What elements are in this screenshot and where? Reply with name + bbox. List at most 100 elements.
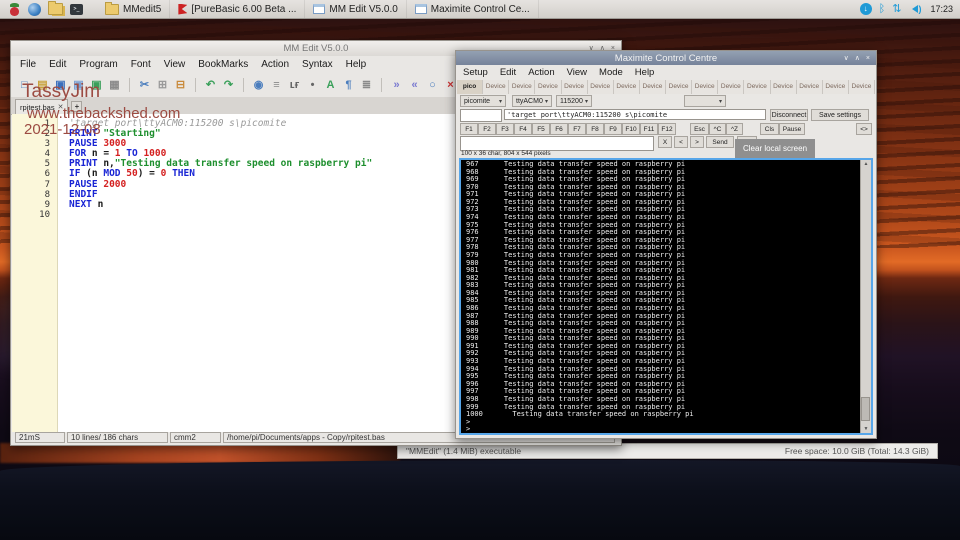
browser-icon[interactable]	[28, 3, 41, 16]
key-f1[interactable]: F1	[460, 123, 478, 135]
key-f6[interactable]: F6	[550, 123, 568, 135]
copy-icon[interactable]: ⊞	[156, 78, 169, 93]
device-tab-15[interactable]: Device	[849, 80, 875, 94]
menu-edit[interactable]: Edit	[500, 67, 516, 78]
file-manager-icon[interactable]	[48, 3, 63, 15]
send-button[interactable]: Send	[706, 136, 734, 148]
scroll-thumb[interactable]	[861, 397, 870, 421]
serial-port-select[interactable]: ttyACM0▾	[512, 95, 552, 107]
key-pair[interactable]: <>	[856, 123, 872, 135]
menu-file[interactable]: File	[20, 59, 36, 70]
terminal[interactable]: 967 Testing data transfer speed on raspb…	[459, 158, 873, 435]
scroll-up-icon[interactable]: ▲	[861, 161, 871, 167]
key-f10[interactable]: F10	[622, 123, 640, 135]
taskbar-app-mmedit5[interactable]: MMedit5	[97, 0, 170, 18]
raspberry-menu-icon[interactable]	[8, 3, 21, 16]
maximize-icon[interactable]: ∧	[855, 51, 860, 66]
taskbar-app-maximite-control-ce[interactable]: Maximite Control Ce...	[407, 0, 539, 18]
key-z[interactable]: ^Z	[726, 123, 743, 135]
send-prev-button[interactable]: <	[674, 136, 688, 148]
updates-icon[interactable]: ↓	[860, 3, 872, 15]
device-tab-13[interactable]: Device	[797, 80, 823, 94]
cut-icon[interactable]: ✂	[138, 78, 151, 93]
taskbar-app-mm-edit-v5-0-0[interactable]: MM Edit V5.0.0	[305, 0, 406, 18]
key-f4[interactable]: F4	[514, 123, 532, 135]
key-f3[interactable]: F3	[496, 123, 514, 135]
indent-icon[interactable]: »	[390, 78, 403, 93]
menu-font[interactable]: Font	[131, 59, 151, 70]
mcc-titlebar[interactable]: Maximite Control Centre ∨ ∧ ×	[456, 51, 876, 65]
menu-action[interactable]: Action	[528, 67, 554, 78]
menu-view[interactable]: View	[567, 67, 587, 78]
clock[interactable]: 17:23	[930, 4, 953, 14]
key-f2[interactable]: F2	[478, 123, 496, 135]
comment-icon[interactable]: ○	[426, 78, 439, 93]
send-next-button[interactable]: >	[690, 136, 704, 148]
startup-command-field[interactable]	[504, 109, 766, 120]
menu-program[interactable]: Program	[79, 59, 117, 70]
device-tab-7[interactable]: Device	[640, 80, 666, 94]
key-f11[interactable]: F11	[640, 123, 658, 135]
print-icon[interactable]: ▦	[108, 78, 121, 93]
close-icon[interactable]: ×	[866, 51, 870, 66]
key-pause[interactable]: Pause	[779, 123, 805, 135]
key-esc[interactable]: Esc	[690, 123, 709, 135]
code-area[interactable]: 'target port\ttyACM0:115200 s\picomitePR…	[58, 114, 372, 432]
key-c[interactable]: ^C	[709, 123, 726, 135]
send-x-button[interactable]: X	[658, 136, 672, 148]
save-settings-button[interactable]: Save settings	[811, 109, 869, 121]
redo-icon[interactable]: ↷	[222, 78, 235, 93]
key-cls[interactable]: Cls	[760, 123, 779, 135]
device-tab-2[interactable]: Device	[509, 80, 535, 94]
terminal-scrollbar[interactable]: ▲ ▼	[860, 160, 871, 433]
menu-action[interactable]: Action	[261, 59, 289, 70]
device-tab-3[interactable]: Device	[535, 80, 561, 94]
taskbar-app-purebasic-6-00-beta[interactable]: [PureBasic 6.00 Beta ...	[170, 0, 305, 18]
list-icon[interactable]: ≡	[270, 78, 283, 93]
device-tab-pico[interactable]: pico	[457, 80, 483, 94]
key-f12[interactable]: F12	[658, 123, 676, 135]
device-tab-4[interactable]: Device	[562, 80, 588, 94]
key-f9[interactable]: F9	[604, 123, 622, 135]
port-field[interactable]	[460, 109, 502, 122]
menu-help[interactable]: Help	[346, 59, 367, 70]
device-tab-11[interactable]: Device	[744, 80, 770, 94]
minimize-icon[interactable]: ∨	[844, 51, 849, 66]
device-tab-5[interactable]: Device	[588, 80, 614, 94]
checklist-icon[interactable]: ≣	[360, 78, 373, 93]
key-f7[interactable]: F7	[568, 123, 586, 135]
scroll-down-icon[interactable]: ▼	[861, 426, 871, 432]
browse-icon[interactable]: ◉	[252, 78, 265, 93]
paste-icon[interactable]: ⊟	[174, 78, 187, 93]
key-f5[interactable]: F5	[532, 123, 550, 135]
network-icon[interactable]: ⇅	[892, 3, 901, 16]
disconnect-button[interactable]: Disconnect	[770, 109, 808, 121]
highlight-icon[interactable]: ¶	[342, 78, 355, 93]
baud-rate-select[interactable]: 115200▾	[556, 95, 592, 107]
key-f8[interactable]: F8	[586, 123, 604, 135]
menu-setup[interactable]: Setup	[463, 67, 488, 78]
device-tab-9[interactable]: Device	[692, 80, 718, 94]
device-tab-14[interactable]: Device	[823, 80, 849, 94]
device-tab-8[interactable]: Device	[666, 80, 692, 94]
device-tab-6[interactable]: Device	[614, 80, 640, 94]
bluetooth-icon[interactable]: ᛒ	[879, 3, 886, 16]
volume-icon[interactable]: )	[908, 3, 921, 16]
device-tab-10[interactable]: Device	[718, 80, 744, 94]
outdent-icon[interactable]: «	[408, 78, 421, 93]
extra-select[interactable]: ▾	[684, 95, 726, 107]
device-tab-1[interactable]: Device	[483, 80, 509, 94]
menu-mode[interactable]: Mode	[599, 67, 623, 78]
device-type-select[interactable]: picomite▾	[460, 95, 506, 107]
menu-syntax[interactable]: Syntax	[302, 59, 333, 70]
menu-view[interactable]: View	[164, 59, 186, 70]
undo-icon[interactable]: ↶	[204, 78, 217, 93]
device-tab-12[interactable]: Device	[771, 80, 797, 94]
line-endings-icon[interactable]: ʟғ	[288, 78, 301, 93]
menu-help[interactable]: Help	[635, 67, 655, 78]
dot-icon[interactable]: •	[306, 78, 319, 93]
menu-edit[interactable]: Edit	[49, 59, 66, 70]
font-icon[interactable]: A	[324, 78, 337, 93]
terminal-icon[interactable]: >_	[70, 4, 83, 15]
send-input[interactable]	[460, 136, 654, 151]
